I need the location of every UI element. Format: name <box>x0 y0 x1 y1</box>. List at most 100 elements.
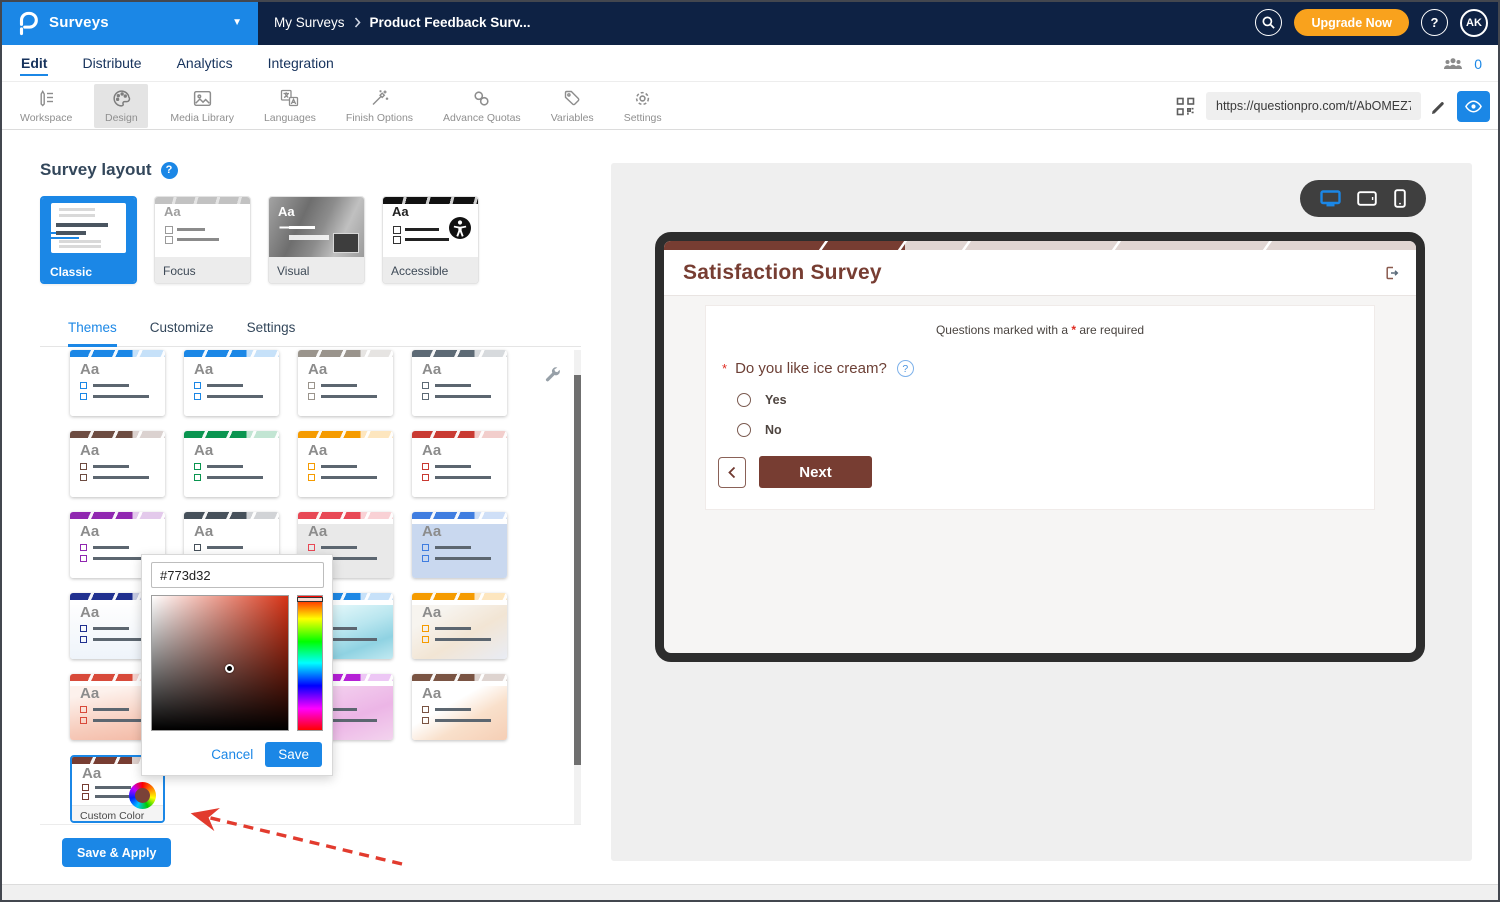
tool-variables[interactable]: Variables <box>543 84 602 128</box>
theme-color-bar <box>412 512 507 519</box>
theme-card[interactable]: Aa <box>298 431 393 497</box>
layout-thumbnail: Aa <box>269 197 364 257</box>
color-picker-popup: Cancel Save <box>141 554 333 776</box>
theme-card[interactable]: Aa <box>412 593 507 659</box>
cancel-link[interactable]: Cancel <box>211 747 253 762</box>
mobile-icon <box>1394 189 1406 208</box>
question-text: Do you like ice cream? <box>735 360 887 377</box>
custom-color-label: Custom Color <box>72 805 163 823</box>
hue-slider[interactable] <box>297 595 323 731</box>
theme-card[interactable]: Aa <box>298 350 393 416</box>
product-switcher[interactable]: Surveys ▼ <box>0 0 258 45</box>
search-button[interactable] <box>1255 9 1282 36</box>
layout-option-focus[interactable]: Aa Focus <box>154 196 251 284</box>
theme-color-bar <box>412 593 507 600</box>
preview-survey-button[interactable] <box>1457 91 1490 122</box>
variables-icon <box>562 88 582 108</box>
desktop-preview-button[interactable] <box>1320 190 1341 207</box>
theme-color-bar <box>70 431 165 438</box>
required-note: Questions marked with a * are required <box>706 323 1374 337</box>
nav-tab[interactable]: Analytics <box>176 46 234 80</box>
main-content: Survey layout ? Aa Classic Aa Focus Aa <box>0 130 1500 902</box>
answer-option-no[interactable]: No <box>737 423 1374 437</box>
avatar[interactable]: AK <box>1460 9 1488 37</box>
nav-tab[interactable]: Edit <box>20 46 48 80</box>
theme-card[interactable]: Aa <box>184 431 279 497</box>
tool-media-library[interactable]: Media Library <box>162 84 242 128</box>
layout-help-icon[interactable]: ? <box>161 162 178 179</box>
theme-color-bar <box>184 512 279 519</box>
device-toggle <box>1300 180 1426 217</box>
save-color-button[interactable]: Save <box>265 742 322 767</box>
share-url-input[interactable] <box>1206 92 1421 120</box>
hue-cursor[interactable] <box>297 597 323 602</box>
tool-workspace[interactable]: Workspace <box>12 84 80 128</box>
layout-option-label: Classic <box>42 258 135 284</box>
theme-settings-wrench-icon[interactable] <box>543 365 560 382</box>
theme-card[interactable]: Aa <box>412 512 507 578</box>
theme-color-bar <box>298 350 393 357</box>
tool-advance-quotas[interactable]: Advance Quotas <box>435 84 529 128</box>
nav-tab[interactable]: Distribute <box>81 46 142 80</box>
qr-code-icon[interactable] <box>1176 97 1195 116</box>
desktop-icon <box>1320 190 1341 207</box>
settings-icon <box>632 88 653 109</box>
back-chevron-icon <box>728 466 736 479</box>
questionpro-design-page: Surveys ▼ My Surveys Product Feedback Su… <box>0 0 1500 902</box>
theme-color-bar <box>184 431 279 438</box>
tool-finish-options[interactable]: Finish Options <box>338 84 421 128</box>
next-button[interactable]: Next <box>759 456 872 488</box>
themes-scrollbar-thumb[interactable] <box>574 375 581 765</box>
theme-card[interactable]: Aa <box>70 350 165 416</box>
theme-card[interactable]: Aa <box>412 350 507 416</box>
mobile-preview-button[interactable] <box>1394 189 1406 208</box>
questionpro-logo-icon <box>16 10 38 36</box>
design-icon <box>111 88 132 109</box>
tool-settings[interactable]: Settings <box>616 84 670 128</box>
breadcrumb-chevron-icon <box>354 17 361 28</box>
theme-card[interactable]: Aa <box>184 350 279 416</box>
saturation-area[interactable] <box>151 595 289 731</box>
theme-card[interactable]: Aa <box>70 431 165 497</box>
survey-header: Satisfaction Survey <box>664 250 1416 296</box>
breadcrumb-root[interactable]: My Surveys <box>274 15 345 30</box>
edit-url-icon[interactable] <box>1430 98 1446 114</box>
help-button[interactable]: ? <box>1421 9 1448 36</box>
radio-icon[interactable] <box>737 423 751 437</box>
layout-option-accessible[interactable]: Aa Accessible <box>382 196 479 284</box>
theme-card[interactable]: Aa <box>412 431 507 497</box>
upgrade-now-button[interactable]: Upgrade Now <box>1294 9 1409 36</box>
themes-scrollbar[interactable] <box>574 350 581 824</box>
theme-card[interactable]: Aa <box>412 674 507 740</box>
saturation-cursor[interactable] <box>225 664 234 673</box>
panel-tab-customize[interactable]: Customize <box>150 320 214 346</box>
answer-options: Yes No <box>706 393 1374 437</box>
finish-options-icon <box>369 88 390 108</box>
advance-quotas-icon <box>471 88 492 109</box>
chevron-down-icon[interactable]: ▼ <box>232 17 242 28</box>
preview-panel: Satisfaction Survey Questions marked wit… <box>611 163 1472 861</box>
tablet-preview-button[interactable] <box>1357 191 1377 206</box>
layout-thumbnail: Aa <box>155 197 250 257</box>
theme-color-bar <box>412 431 507 438</box>
layout-option-visual[interactable]: Aa Visual <box>268 196 365 284</box>
back-button[interactable] <box>718 457 746 488</box>
panel-tab-themes[interactable]: Themes <box>68 320 117 346</box>
hex-color-input[interactable] <box>151 562 324 588</box>
theme-color-bar <box>298 512 393 519</box>
breadcrumb-current: Product Feedback Surv... <box>370 15 531 30</box>
collaborators-icon[interactable] <box>1442 56 1464 71</box>
nav-tab[interactable]: Integration <box>267 46 335 80</box>
exit-survey-icon[interactable] <box>1383 265 1399 281</box>
panel-tab-settings[interactable]: Settings <box>247 320 296 346</box>
save-and-apply-button[interactable]: Save & Apply <box>62 838 171 867</box>
tool-languages[interactable]: Languages <box>256 84 324 128</box>
answer-option-yes[interactable]: Yes <box>737 393 1374 407</box>
question-help-icon[interactable]: ? <box>897 360 914 377</box>
eye-icon <box>1465 100 1482 113</box>
color-wheel-icon <box>129 782 156 809</box>
radio-icon[interactable] <box>737 393 751 407</box>
layout-option-classic[interactable]: Aa Classic <box>40 196 137 284</box>
collaborator-count[interactable]: 0 <box>1474 56 1482 72</box>
tool-design[interactable]: Design <box>94 84 148 128</box>
